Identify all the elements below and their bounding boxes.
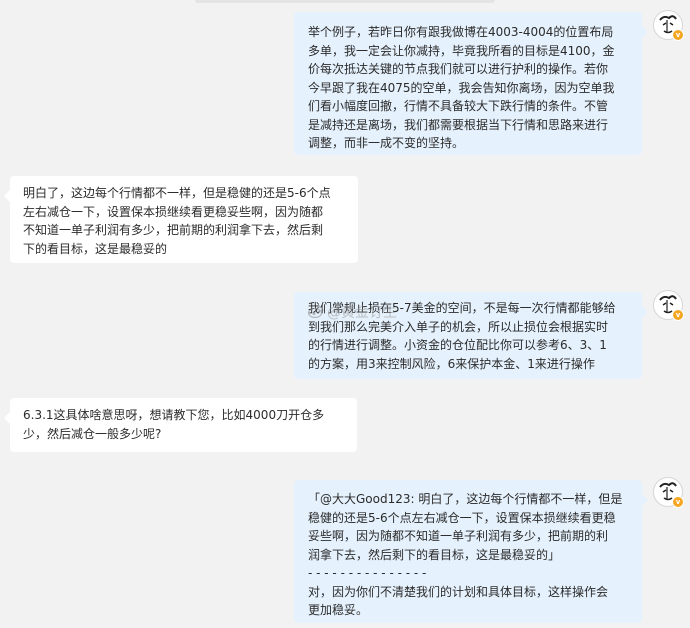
message-line: 更加稳妥。 bbox=[308, 603, 369, 617]
message-line: 对，因为你们不清楚我们的计划和具体目标，这样操作会 bbox=[308, 584, 609, 599]
message-line: 价每次抵达关键的节点我们就可以进行护利的操作。若你 bbox=[308, 62, 609, 76]
verified-badge-icon: v bbox=[672, 29, 684, 41]
avatar[interactable]: v bbox=[653, 290, 684, 321]
chat-bubble-outgoing: 举个例子，若昨日你有跟我做博在4003-4004的位置布局 多单，我一定会让你减… bbox=[294, 12, 648, 155]
message-line: 到我们那么完美介入单子的机会，所以止损位会根据实时 bbox=[308, 319, 609, 334]
quoted-line: 润拿下去，然后剩下的看目标，这是最稳妥的」 bbox=[308, 547, 561, 562]
message-line: 今早跟了我在4075的空单，我会告知你离场，因为空单我 bbox=[308, 80, 615, 95]
message-line: 明白了，这边每个行情都不一样，但是稳健的还是5-6个点 bbox=[23, 186, 331, 200]
message-line: 的方案，用3来控制风险，6来保护本金、1来进行操作 bbox=[308, 356, 595, 371]
chat-bubble-incoming: 6.3.1这具体啥意思呀，想请教下您，比如4000刀开仓多 少，然后减仓一般多少… bbox=[4, 398, 357, 452]
message-line: 多单，我一定会让你减持，毕竟我所看的目标是4100，金 bbox=[308, 43, 615, 58]
message-line: 不知道一单子利润有多少，把前期的利润拿下去，然后剩 bbox=[23, 223, 324, 237]
quoted-line: 妥些啊，因为随都不知道一单子利润有多少，把前期的利 bbox=[308, 529, 609, 543]
message-line: 调整，而非一成不变的坚持。 bbox=[308, 136, 465, 150]
message-line: 们看小幅度回撤，行情不具备较大下跌行情的条件。不管 bbox=[308, 99, 609, 113]
chat-bubble-incoming: 明白了，这边每个行情都不一样，但是稳健的还是5-6个点 左右减仓一下，设置保本损… bbox=[4, 176, 358, 263]
chat-bubble-outgoing: 我们常规止损在5-7美金的空间，不是每一次行情都能够给 到我们那么完美介入单子的… bbox=[294, 292, 648, 379]
message-line: 少，然后减仓一般多少呢? bbox=[23, 426, 162, 441]
message-line: 6.3.1这具体啥意思呀，想请教下您，比如4000刀开仓多 bbox=[23, 408, 325, 422]
quote-separator: - - - - - - - - - - - - - - - bbox=[308, 566, 427, 580]
verified-badge-icon: v bbox=[672, 496, 684, 508]
quoted-line: 稳健的还是5-6个点左右减仓一下，设置保本损继续看更稳 bbox=[308, 510, 616, 525]
message-line: 我们常规止损在5-7美金的空间，不是每一次行情都能够给 bbox=[308, 301, 616, 315]
message-line: 举个例子，若昨日你有跟我做博在4003-4004的位置布局 bbox=[308, 25, 614, 39]
avatar[interactable]: v bbox=[653, 477, 684, 508]
avatar[interactable]: v bbox=[653, 10, 684, 41]
message-line: 的行情进行调整。小资金的仓位配比你可以参考6、3、1 bbox=[308, 338, 607, 352]
top-divider bbox=[195, 0, 495, 3]
message-line: 是减持还是离场，我们都需要根据当下行情和思路来进行 bbox=[308, 117, 609, 132]
quoted-line: 「@大大Good123: 明白了，这边每个行情都不一样，但是 bbox=[308, 492, 623, 506]
message-line: 左右减仓一下，设置保本损继续看更稳妥些啊，因为随都 bbox=[23, 204, 324, 219]
message-line: 下的看目标，这是最稳妥的 bbox=[23, 241, 168, 256]
chat-bubble-outgoing: 「@大大Good123: 明白了，这边每个行情都不一样，但是 稳健的还是5-6个… bbox=[294, 480, 648, 623]
verified-badge-icon: v bbox=[672, 309, 684, 321]
